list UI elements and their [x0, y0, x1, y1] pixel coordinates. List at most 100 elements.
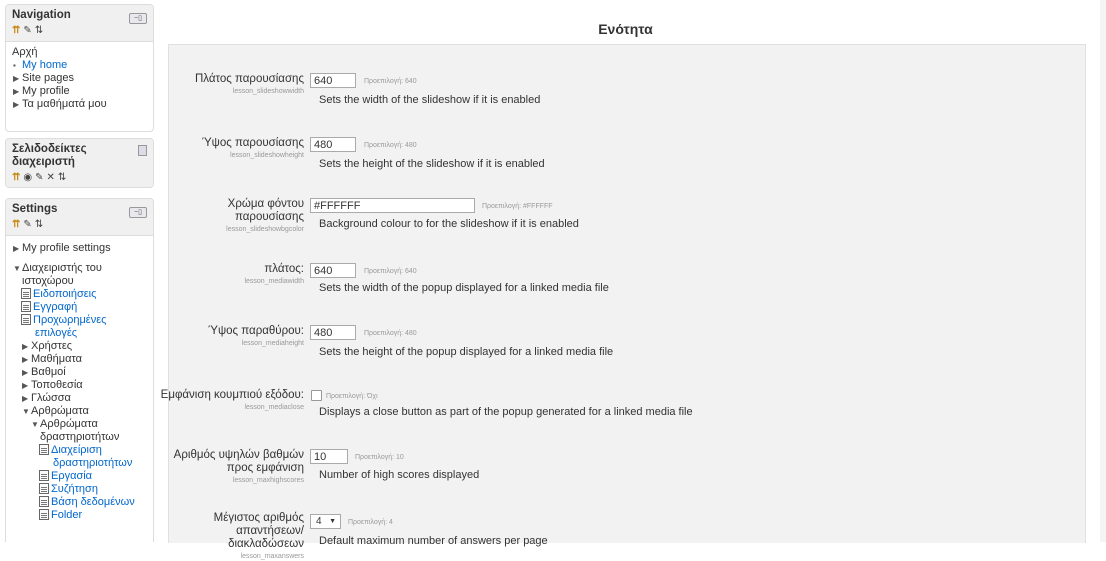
dock-block-icon[interactable]	[138, 145, 147, 156]
slideshow-bgcolor-input[interactable]: #FFFFFF	[310, 198, 475, 213]
settings-tree-item[interactable]: Συζήτηση	[39, 483, 147, 496]
bookmarks-block-header: Σελιδοδείκτες διαχειριστή ⇈ ◉ ✎ ✕ ⇅	[6, 139, 153, 187]
nav-item[interactable]: ▶ My profile	[12, 85, 147, 98]
page-scrollbar[interactable]	[1100, 0, 1106, 542]
collapse-arrow-icon: ▼	[22, 407, 30, 416]
navigation-block-title: Navigation	[12, 9, 71, 21]
settings-tree: ▶ My profile settings ▼ Διαχειριστής του ιστ…	[6, 236, 153, 528]
settings-tree-item[interactable]: ▶ Τοποθεσία	[21, 379, 147, 392]
settings-tree-item-label: Διαχείριση	[51, 444, 102, 456]
settings-tree-item[interactable]: ▶ Γλώσσα	[21, 392, 147, 405]
settings-page-icon	[21, 288, 31, 299]
max-high-scores-input[interactable]: 10	[310, 449, 348, 464]
settings-tree-item[interactable]: επιλογές	[21, 327, 147, 340]
configure-icon[interactable]: ✎	[23, 219, 31, 231]
expand-arrow-icon: ▶	[13, 244, 20, 253]
settings-tree-item-label: My profile settings	[22, 242, 111, 254]
settings-tree-item[interactable]: Βάση δεδομένων	[39, 496, 147, 509]
media-width-input[interactable]: 640	[310, 263, 356, 278]
settings-tree-item-label: Βαθμοί	[31, 366, 66, 378]
setting-description: Number of high scores displayed	[319, 469, 480, 481]
setting-key: lesson_slideshowwidth	[232, 88, 304, 95]
settings-tree-item[interactable]: ιστοχώρου	[12, 275, 147, 288]
settings-tree-item[interactable]: ▶ My profile settings	[12, 242, 147, 255]
setting-label: Ύψος παραθύρου: lesson_mediaheight	[169, 325, 304, 348]
setting-key: lesson_slideshowheight	[230, 152, 304, 159]
collapse-block-icon[interactable]: −▯	[129, 207, 147, 218]
setting-default: Προεπιλογή: Όχι	[326, 393, 378, 400]
move-vertical-icon[interactable]: ⇅	[35, 25, 43, 37]
nav-item[interactable]: ▶ Site pages	[12, 72, 147, 85]
settings-tree-item[interactable]: Διαχείριση	[39, 444, 147, 457]
configure-icon[interactable]: ✎	[35, 172, 43, 184]
settings-tree-item[interactable]: ▼ Αρθρώματα	[21, 405, 147, 418]
bookmarks-block-title: Σελιδοδείκτες διαχειριστή	[12, 143, 148, 169]
move-vertical-icon[interactable]: ⇅	[58, 172, 66, 184]
move-vertical-icon[interactable]: ⇅	[35, 219, 43, 231]
setting-label: Πλάτος παρουσίασης lesson_slideshowwidth	[169, 73, 304, 96]
settings-tree-item[interactable]: ▶ Μαθήματα	[21, 353, 147, 366]
settings-page-icon	[21, 314, 31, 325]
settings-tree-item[interactable]: ▼ Διαχειριστής του	[12, 262, 147, 275]
move-icon[interactable]: ⇈	[12, 25, 20, 37]
nav-item[interactable]: ▶ Τα μαθήματά μου	[12, 98, 147, 111]
nav-item[interactable]: ▪ My home	[12, 59, 147, 72]
show-close-button-checkbox[interactable]	[311, 390, 322, 401]
setting-default: Προεπιλογή: 480	[364, 142, 417, 149]
expand-arrow-icon: ▶	[22, 355, 29, 364]
settings-tree-item-label: Προχωρημένες	[33, 314, 107, 326]
chevron-down-icon: ▼	[329, 518, 336, 525]
settings-page-icon	[39, 444, 49, 455]
setting-description: Displays a close button as part of the p…	[319, 406, 693, 418]
settings-tree-item[interactable]: δραστηριοτήτων	[30, 431, 147, 444]
slideshow-height-input[interactable]: 480	[310, 137, 356, 152]
slideshow-width-input[interactable]: 640	[310, 73, 356, 88]
settings-tree-item-label: δραστηριοτήτων	[40, 431, 120, 443]
setting-title-line2: προς εμφάνιση	[226, 462, 304, 474]
settings-tree-item[interactable]: Προχωρημένες	[21, 314, 147, 327]
setting-key: lesson_maxhighscores	[232, 477, 304, 484]
settings-tree-item[interactable]: Εγγραφή	[21, 301, 147, 314]
setting-title-line1: Χρώμα φόντου	[227, 198, 304, 210]
bookmarks-title-line2: διαχειριστή	[12, 156, 75, 168]
expand-arrow-icon: ▶	[22, 381, 29, 390]
eye-icon[interactable]: ◉	[23, 172, 32, 184]
settings-tree-item[interactable]: Folder	[39, 509, 147, 522]
settings-tree-item-label: Τοποθεσία	[31, 379, 83, 391]
settings-tree-item-label: Διαχειριστής του	[22, 262, 102, 274]
settings-tree-item[interactable]: Εργασία	[39, 470, 147, 483]
setting-title-line2: παρουσίασης	[235, 211, 304, 223]
settings-tree-item[interactable]: Ειδοποιήσεις	[21, 288, 147, 301]
move-icon[interactable]: ⇈	[12, 219, 20, 231]
settings-tree-item-label: Συζήτηση	[51, 483, 98, 495]
max-answers-select[interactable]: 4 ▼	[310, 514, 341, 529]
max-answers-selected-value: 4	[316, 516, 322, 527]
settings-tree-item[interactable]: ▶ Βαθμοί	[21, 366, 147, 379]
media-height-input[interactable]: 480	[310, 325, 356, 340]
settings-tree-item-label: επιλογές	[35, 327, 78, 339]
setting-title: Ύψος παρουσίασης	[201, 137, 304, 149]
setting-title: πλάτος:	[264, 263, 304, 275]
settings-tree-item[interactable]: ▼ Αρθρώματα	[30, 418, 147, 431]
settings-tree-item-label: Μαθήματα	[31, 353, 83, 365]
settings-tree-item-label: Βάση δεδομένων	[51, 496, 135, 508]
settings-tree-item-label: Αρθρώματα	[40, 418, 98, 430]
bookmarks-title-line1: Σελιδοδείκτες	[12, 143, 87, 155]
setting-label: Ύψος παρουσίασης lesson_slideshowheight	[169, 137, 304, 160]
settings-tree-item-label: Χρήστες	[31, 340, 73, 352]
setting-label: Χρώμα φόντου παρουσίασης lesson_slidesho…	[169, 198, 304, 234]
settings-tree-item[interactable]: δραστηριοτήτων	[39, 457, 147, 470]
move-icon[interactable]: ⇈	[12, 172, 20, 184]
configure-icon[interactable]: ✎	[23, 25, 31, 37]
setting-default: Προεπιλογή: 640	[364, 78, 417, 85]
setting-label: πλάτος: lesson_mediawidth	[169, 263, 304, 286]
setting-default: Προεπιλογή: 10	[355, 454, 404, 461]
settings-tree-item[interactable]: ▶ Χρήστες	[21, 340, 147, 353]
delete-icon[interactable]: ✕	[47, 172, 55, 184]
collapse-block-icon[interactable]: −▯	[129, 13, 147, 24]
settings-tree-item-label: Εγγραφή	[33, 301, 78, 313]
nav-home-link[interactable]: Αρχή	[12, 46, 147, 59]
expand-arrow-icon: ▶	[13, 100, 20, 109]
settings-form-panel: Πλάτος παρουσίασης lesson_slideshowwidth…	[161, 44, 1086, 560]
settings-tree-item-label: Folder	[51, 509, 83, 521]
